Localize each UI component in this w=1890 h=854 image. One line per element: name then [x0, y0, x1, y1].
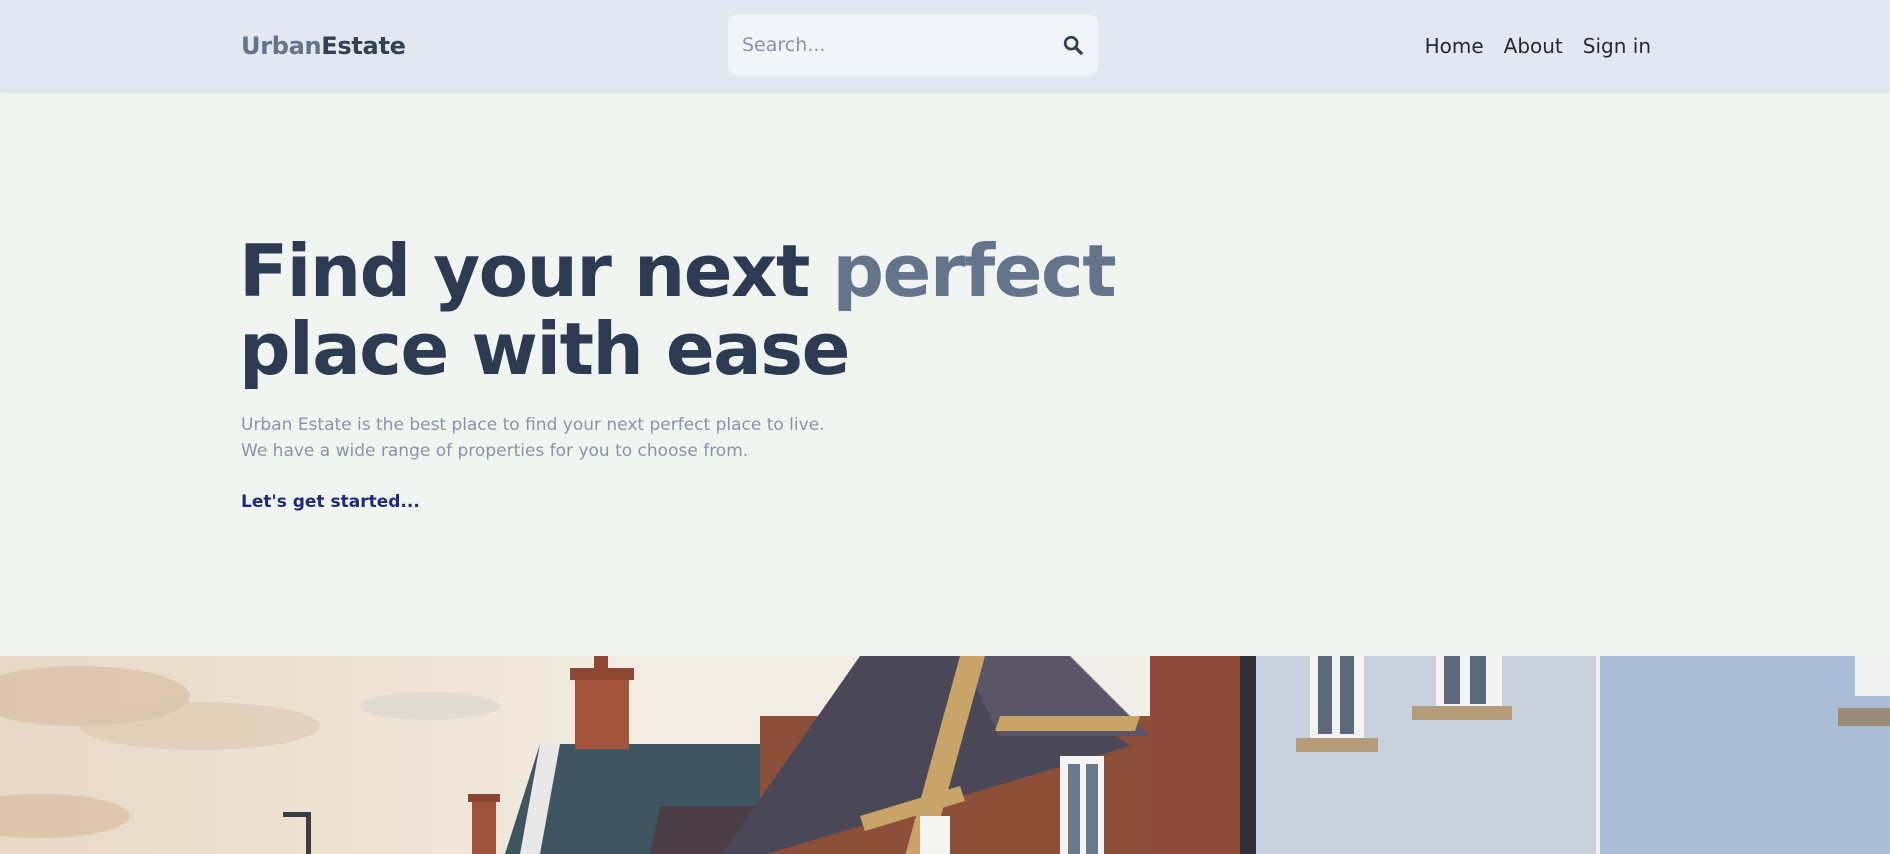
hero-title-accent: perfect	[832, 229, 1116, 313]
hero-title-line1: Find your next	[239, 229, 833, 313]
nav-about-link[interactable]: About	[1504, 33, 1563, 59]
nav-signin-link[interactable]: Sign in	[1583, 33, 1651, 59]
hero-title-line2: place with ease	[239, 307, 850, 391]
houses-illustration	[0, 656, 1890, 854]
search-box	[728, 15, 1098, 75]
logo-urban: Urban	[241, 32, 322, 60]
hero-title: Find your next perfect place with ease	[239, 229, 1117, 391]
hero-subtitle: Urban Estate is the best place to find y…	[241, 412, 825, 464]
hero-subtitle-line2: We have a wide range of properties for y…	[241, 441, 749, 461]
site-header: UrbanEstate Home About Sign in	[0, 0, 1890, 90]
get-started-link[interactable]: Let's get started...	[241, 492, 420, 512]
nav-home-link[interactable]: Home	[1425, 33, 1484, 59]
site-logo[interactable]: UrbanEstate	[241, 31, 406, 61]
logo-estate: Estate	[321, 32, 406, 60]
search-input[interactable]	[742, 29, 1042, 61]
main-nav: Home About Sign in	[1425, 33, 1651, 59]
search-icon[interactable]	[1062, 34, 1084, 56]
hero-subtitle-line1: Urban Estate is the best place to find y…	[241, 415, 825, 435]
hero-houses-image	[0, 656, 1890, 854]
